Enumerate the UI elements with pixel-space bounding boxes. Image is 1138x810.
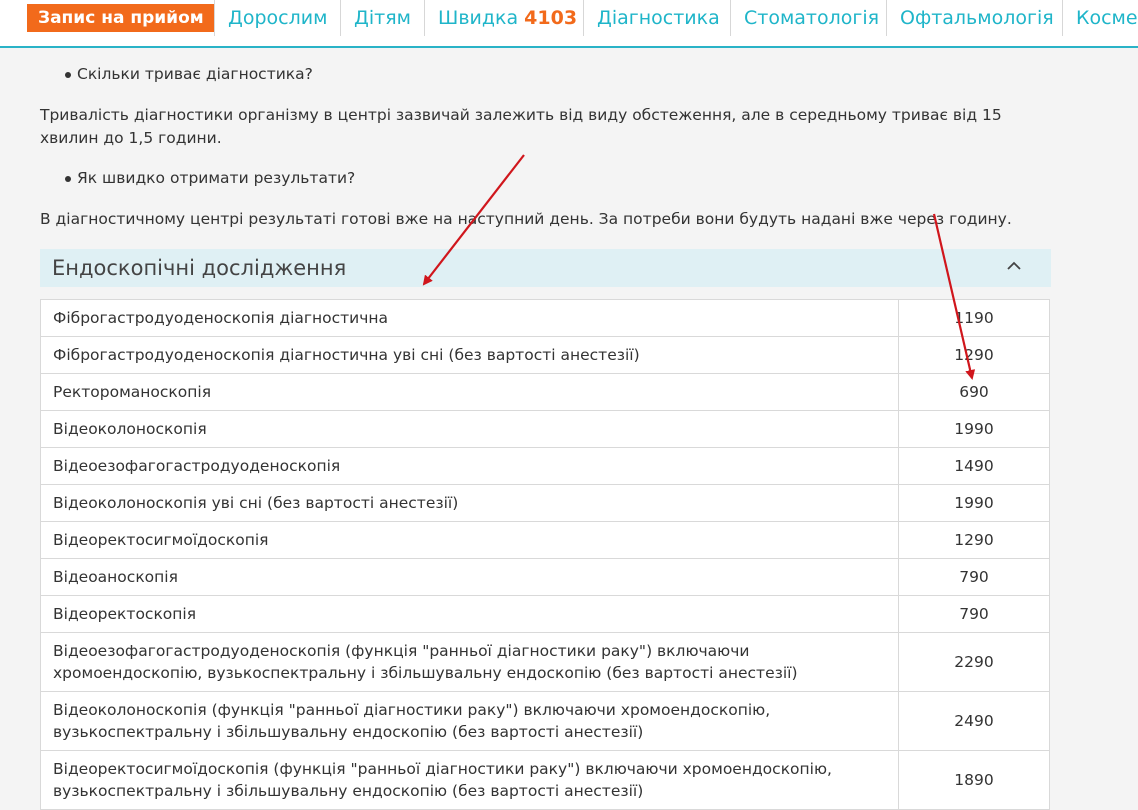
price-cell: 1190 — [898, 299, 1050, 337]
table-row: Відеоезофагогастродуоденоскопія (функція… — [40, 632, 1050, 692]
faq-question-duration: Скільки триває діагностика? — [65, 63, 313, 86]
table-row: Відеоколоноскопія (функція "ранньої діаг… — [40, 691, 1050, 751]
table-row: Відеоректосигмоїдоскопія 1290 — [40, 521, 1050, 559]
appointment-button[interactable]: Запис на прийом — [27, 4, 215, 32]
nav-item-ophthalmology[interactable]: Офтальмологія — [886, 0, 1067, 36]
table-row: Відеоколоноскопія уві сні (без вартості … — [40, 484, 1050, 522]
table-row: Фіброгастродуоденоскопія діагностична 119… — [40, 299, 1050, 337]
table-row: Фіброгастродуоденоскопія діагностична ув… — [40, 336, 1050, 374]
section-title: Ендоскопічні дослідження — [52, 256, 347, 280]
price-cell: 1890 — [898, 750, 1050, 810]
price-cell: 790 — [898, 558, 1050, 596]
hotline-number: 4103 — [524, 7, 578, 29]
table-row: Відеоколоноскопія 1990 — [40, 410, 1050, 448]
nav-item-emergency-label: Швидка — [438, 7, 519, 29]
faq-question-results: Як швидко отримати результати? — [64, 167, 355, 190]
price-cell: 2490 — [898, 691, 1050, 751]
top-navigation: Запис на прийом Дорослим Дітям Швидка 41… — [0, 0, 1138, 48]
price-cell: 1990 — [898, 484, 1050, 522]
service-name-cell: Відеоколоноскопія (функція "ранньої діаг… — [40, 691, 899, 751]
nav-item-children[interactable]: Дітям — [340, 0, 424, 36]
faq-answer-duration: Тривалість діагностики організму в центр… — [40, 106, 1002, 147]
nav-item-diagnostics[interactable]: Діагностика — [583, 0, 733, 36]
nav-item-cosmetology[interactable]: Космет — [1062, 0, 1138, 36]
service-name-cell: Відеоректосигмоїдоскопія (функція "раннь… — [40, 750, 899, 810]
service-name-cell: Відеоколоноскопія уві сні (без вартості … — [40, 484, 899, 522]
service-name-cell: Відеоезофагогастродуоденоскопія (функція… — [40, 632, 899, 692]
nav-item-dentistry[interactable]: Стоматологія — [730, 0, 892, 36]
service-name-cell: Фіброгастродуоденоскопія діагностична — [40, 299, 899, 337]
service-name-cell: Ректороманоскопія — [40, 373, 899, 411]
table-row: Відеоезофагогастродуоденоскопія 1490 — [40, 447, 1050, 485]
accordion-endoscopy-header[interactable]: Ендоскопічні дослідження — [40, 249, 1051, 287]
price-cell: 1290 — [898, 336, 1050, 374]
table-row: Ректороманоскопія 690 — [40, 373, 1050, 411]
service-name-cell: Фіброгастродуоденоскопія діагностична ув… — [40, 336, 899, 374]
chevron-up-icon[interactable] — [1007, 259, 1021, 273]
nav-item-emergency[interactable]: Швидка 4103 — [424, 0, 590, 36]
faq-answer-results: В діагностичному центрі результаті готов… — [40, 210, 1012, 228]
service-name-cell: Відеоезофагогастродуоденоскопія — [40, 447, 899, 485]
service-name-cell: Відеоректосигмоїдоскопія — [40, 521, 899, 559]
price-cell: 690 — [898, 373, 1050, 411]
table-row: Відеоаноскопія 790 — [40, 558, 1050, 596]
nav-item-adults[interactable]: Дорослим — [214, 0, 340, 36]
price-table: Фіброгастродуоденоскопія діагностична 119… — [40, 299, 1050, 810]
price-cell: 1990 — [898, 410, 1050, 448]
price-cell: 2290 — [898, 632, 1050, 692]
service-name-cell: Відеоколоноскопія — [40, 410, 899, 448]
price-cell: 1490 — [898, 447, 1050, 485]
service-name-cell: Відеоаноскопія — [40, 558, 899, 596]
table-row: Відеоректосигмоїдоскопія (функція "раннь… — [40, 750, 1050, 810]
table-row: Відеоректоскопія 790 — [40, 595, 1050, 633]
service-name-cell: Відеоректоскопія — [40, 595, 899, 633]
price-cell: 790 — [898, 595, 1050, 633]
price-cell: 1290 — [898, 521, 1050, 559]
